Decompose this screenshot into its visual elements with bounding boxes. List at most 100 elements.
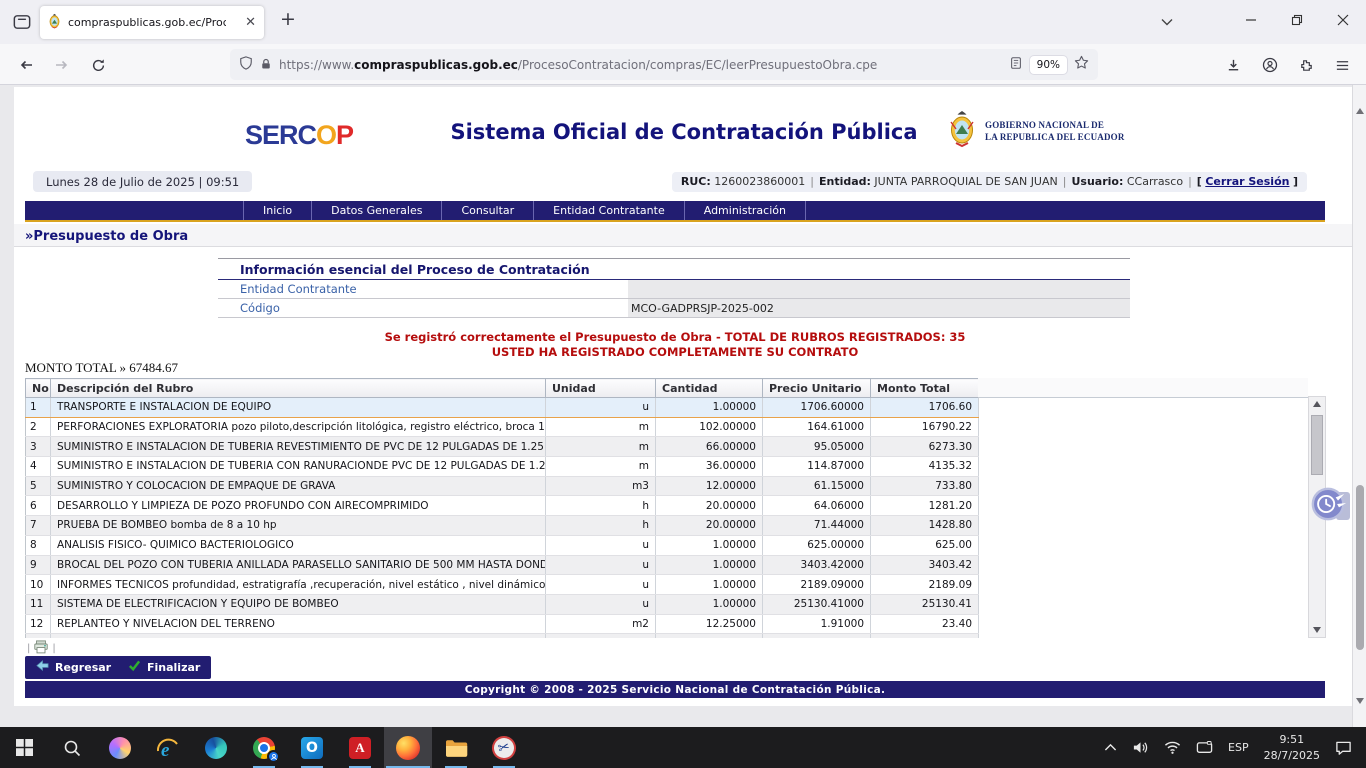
table-row[interactable]: 10 INFORMES TECNICOS profundidad, estrat… xyxy=(26,575,979,595)
table-row[interactable]: 7 PRUEBA DE BOMBEO bomba de 8 a 10 hp h … xyxy=(26,516,979,536)
browser-scroll-thumb[interactable] xyxy=(1356,485,1364,650)
account-icon[interactable] xyxy=(1257,52,1283,78)
tray-language[interactable]: ESP xyxy=(1224,727,1253,768)
page-title: Sistema Oficial de Contratación Pública xyxy=(314,120,1054,144)
table-row[interactable]: 6 DESARROLLO Y LIMPIEZA DE POZO PROFUNDO… xyxy=(26,496,979,516)
start-button[interactable] xyxy=(0,727,48,768)
taskbar-edge-icon[interactable] xyxy=(192,727,240,768)
nav-item-administración[interactable]: Administración xyxy=(684,201,806,220)
table-row[interactable]: 1 TRANSPORTE E INSTALACION DE EQUIPO u 1… xyxy=(26,398,979,418)
col-precio-unitario: Precio Unitario xyxy=(763,379,871,398)
taskbar-search-icon[interactable] xyxy=(48,727,96,768)
taskbar-internet-explorer-icon[interactable]: e xyxy=(144,727,192,768)
table-row[interactable]: 8 ANALISIS FISICO- QUIMICO BACTERIOLOGIC… xyxy=(26,535,979,555)
taskbar-outlook-icon[interactable]: O xyxy=(288,727,336,768)
col-monto-total: Monto Total xyxy=(871,379,979,398)
col-cantidad: Cantidad xyxy=(656,379,763,398)
browser-tab-strip: compraspublicas.gob.ec/Proce ✕ + xyxy=(0,0,1366,44)
scroll-up-arrow[interactable] xyxy=(1309,397,1325,411)
nav-item-datos-generales[interactable]: Datos Generales xyxy=(311,201,441,220)
new-tab-button[interactable]: + xyxy=(280,8,296,30)
col-descripcion: Descripción del Rubro xyxy=(51,379,546,398)
table-row[interactable]: 12 REPLANTEO Y NIVELACION DEL TERRENO m2… xyxy=(26,614,979,634)
lock-icon[interactable] xyxy=(260,55,272,74)
browser-scroll-down-arrow[interactable] xyxy=(1356,704,1364,723)
table-row[interactable]: 9 BROCAL DEL POZO CON TUBERIA ANILLADA P… xyxy=(26,555,979,575)
table-row[interactable]: 3 SUMINISTRO E INSTALACION DE TUBERIA RE… xyxy=(26,437,979,457)
tray-wifi-icon[interactable] xyxy=(1160,727,1185,768)
taskbar-firefox-icon[interactable] xyxy=(384,727,432,768)
gold-divider xyxy=(25,220,1325,222)
bookmark-star-icon[interactable] xyxy=(1074,55,1089,74)
browser-scroll-up-arrow[interactable] xyxy=(1356,89,1364,108)
chrome-profile-badge xyxy=(267,750,280,763)
tray-notifications-icon[interactable] xyxy=(1331,727,1356,768)
datetime-badge: Lunes 28 de Julio de 2025 | 09:51 xyxy=(33,171,252,192)
tray-volume-icon[interactable] xyxy=(1128,727,1153,768)
print-row: | | xyxy=(27,640,56,657)
monto-total: MONTO TOTAL » 67484.67 xyxy=(25,360,178,376)
zoom-level-button[interactable]: 90% xyxy=(1030,56,1067,74)
scroll-down-arrow[interactable] xyxy=(1309,623,1325,637)
print-icon[interactable] xyxy=(33,640,49,657)
tray-time: 9:51 xyxy=(1279,733,1304,746)
menu-hamburger-icon[interactable] xyxy=(1329,52,1355,78)
table-row[interactable]: 11 SISTEMA DE ELECTRIFICACION Y EQUIPO D… xyxy=(26,594,979,614)
scroll-thumb[interactable] xyxy=(1311,415,1323,475)
firefox-view-icon[interactable] xyxy=(13,13,31,31)
reload-icon[interactable] xyxy=(85,52,111,78)
ecuador-coat-of-arms-icon xyxy=(947,110,977,152)
list-tabs-chevron-icon[interactable] xyxy=(1152,10,1182,34)
forward-icon[interactable] xyxy=(49,52,75,78)
taskbar-acrobat-icon[interactable]: A xyxy=(336,727,384,768)
browser-tab[interactable]: compraspublicas.gob.ec/Proce ✕ xyxy=(40,6,264,39)
table-row[interactable]: 2 PERFORACIONES EXPLORATORIA pozo piloto… xyxy=(26,417,979,437)
rubros-table-body: 1 TRANSPORTE E INSTALACION DE EQUIPO u 1… xyxy=(26,398,979,639)
tray-display-icon[interactable] xyxy=(1192,727,1217,768)
gov-text-line2: LA REPUBLICA DEL ECUADOR xyxy=(985,132,1125,142)
tab-close-icon[interactable]: ✕ xyxy=(245,16,256,29)
table-row[interactable]: 5 SUMINISTRO Y COLOCACION DE EMPAQUE DE … xyxy=(26,476,979,496)
info-panel-title: Información esencial del Proceso de Cont… xyxy=(218,259,1130,280)
web-page: SERCOP Sistema Oficial de Contratación P… xyxy=(14,87,1352,706)
downloads-icon[interactable] xyxy=(1220,52,1246,78)
logout-link[interactable]: Cerrar Sesión xyxy=(1205,175,1289,188)
extensions-icon[interactable] xyxy=(1293,52,1319,78)
col-unidad: Unidad xyxy=(546,379,656,398)
window-close-button[interactable] xyxy=(1320,0,1366,40)
back-arrow-icon xyxy=(36,660,49,674)
windows-taskbar: e O A ✂ ESP xyxy=(0,727,1366,768)
back-icon[interactable] xyxy=(13,52,39,78)
info-row-codigo: Código MCO-GADPRSJP-2025-002 xyxy=(218,299,1130,318)
url-bar[interactable]: https://www.compraspublicas.gob.ec/Proce… xyxy=(230,49,1098,80)
taskbar-file-explorer-icon[interactable] xyxy=(432,727,480,768)
col-no: No xyxy=(26,379,51,398)
window-restore-button[interactable] xyxy=(1274,0,1320,40)
success-message: Se registró correctamente el Presupuesto… xyxy=(25,330,1325,359)
taskbar-snipping-tool-icon[interactable]: ✂ xyxy=(480,727,528,768)
taskbar-copilot-icon[interactable] xyxy=(96,727,144,768)
session-bar: RUC: 1260023860001|Entidad: JUNTA PARROQ… xyxy=(672,172,1307,192)
success-message-line2: USTED HA REGISTRADO COMPLETAMENTE SU CON… xyxy=(25,345,1325,360)
nav-item-entidad-contratante[interactable]: Entidad Contratante xyxy=(533,201,684,220)
finalizar-button[interactable]: Finalizar xyxy=(117,656,211,679)
tray-date: 28/7/2025 xyxy=(1264,749,1320,762)
taskbar-chrome-icon[interactable] xyxy=(240,727,288,768)
breadcrumb-band xyxy=(14,224,1352,247)
tray-chevron-up-icon[interactable] xyxy=(1100,727,1121,768)
regresar-button[interactable]: Regresar xyxy=(25,656,122,679)
window-minimize-button[interactable] xyxy=(1228,0,1274,40)
browser-scrollbar[interactable] xyxy=(1352,85,1366,727)
breadcrumb: »Presupuesto de Obra xyxy=(25,229,188,244)
nav-item-consultar[interactable]: Consultar xyxy=(441,201,533,220)
time-tracker-overlay-icon[interactable] xyxy=(1310,485,1348,527)
tray-clock[interactable]: 9:51 28/7/2025 xyxy=(1260,727,1324,768)
reader-mode-icon[interactable] xyxy=(1009,55,1023,74)
table-row[interactable]: 4 SUMINISTRO E INSTALACION DE TUBERIA CO… xyxy=(26,457,979,477)
url-text[interactable]: https://www.compraspublicas.gob.ec/Proce… xyxy=(279,58,1002,72)
check-icon xyxy=(128,660,141,674)
shield-icon[interactable] xyxy=(239,55,253,74)
tab-title: compraspublicas.gob.ec/Proce xyxy=(68,16,226,29)
table-row[interactable]: 13 EXCAVACION A PULSO xyxy=(26,634,979,638)
nav-item-inicio[interactable]: Inicio xyxy=(243,201,311,220)
